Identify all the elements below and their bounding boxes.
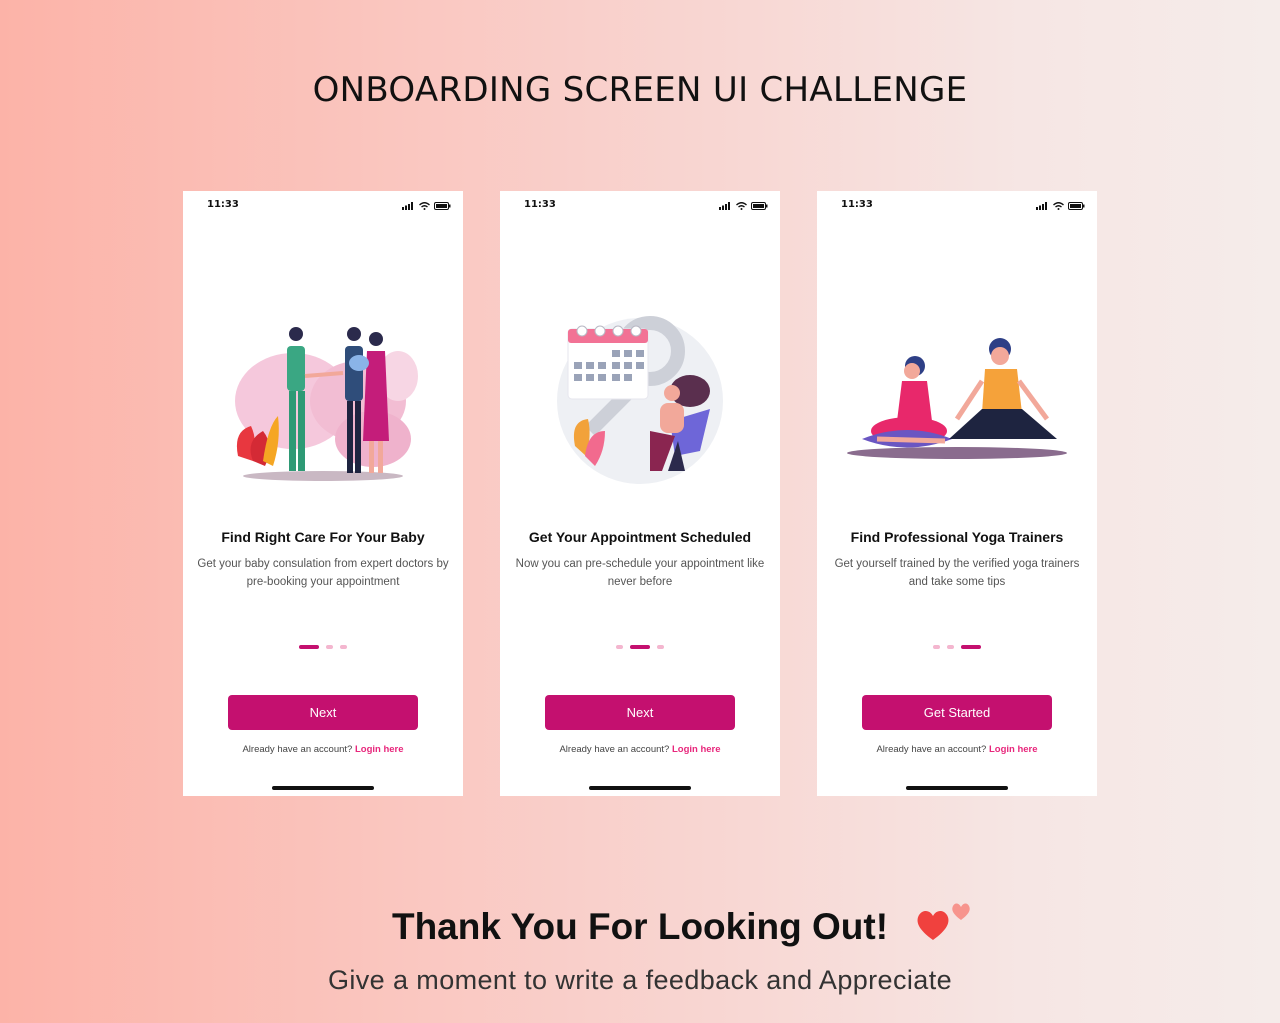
home-indicator: [272, 786, 374, 790]
wifi-icon: [419, 202, 430, 210]
status-bar: 11:33: [183, 199, 463, 215]
next-button[interactable]: Next: [545, 695, 735, 730]
page-dot-3[interactable]: [340, 645, 347, 649]
page-title: ONBOARDING SCREEN UI CHALLENGE: [312, 70, 968, 110]
thanks-heading: Thank You For Looking Out!: [391, 906, 889, 947]
screen-description: Get yourself trained by the verified yog…: [834, 558, 1080, 588]
home-indicator: [589, 786, 691, 790]
login-prompt: Already have an account?: [876, 744, 987, 755]
signal-icon: [402, 202, 413, 210]
login-link[interactable]: Login here: [989, 744, 1038, 755]
yoga-trainers-icon: [847, 338, 1067, 459]
login-link[interactable]: Login here: [355, 744, 404, 755]
screen-description: Now you can pre-schedule your appointmen…: [515, 558, 765, 588]
screen-title: Get Your Appointment Scheduled: [528, 529, 752, 545]
status-time: 11:33: [524, 199, 556, 210]
hearts-icon: [917, 903, 970, 940]
battery-icon: [751, 202, 768, 210]
status-icons: [1036, 202, 1085, 210]
page-dot-1[interactable]: [299, 645, 319, 649]
login-prompt: Already have an account?: [559, 744, 670, 755]
login-link[interactable]: Login here: [672, 744, 721, 755]
status-bar: 11:33: [817, 199, 1097, 215]
page-dot-2[interactable]: [326, 645, 333, 649]
status-time: 11:33: [207, 199, 239, 210]
wifi-icon: [736, 202, 747, 210]
signal-icon: [719, 202, 730, 210]
screen-title: Find Professional Yoga Trainers: [850, 529, 1064, 545]
battery-icon: [1068, 202, 1085, 210]
wifi-icon: [1053, 202, 1064, 210]
page-dot-1[interactable]: [616, 645, 623, 649]
status-time: 11:33: [841, 199, 873, 210]
login-prompt: Already have an account?: [242, 744, 353, 755]
status-icons: [719, 202, 768, 210]
page-dot-3[interactable]: [657, 645, 664, 649]
onboarding-screen-3: 11:33 Find Professional Yoga Trainers Ge…: [817, 191, 1097, 796]
next-button[interactable]: Next: [228, 695, 418, 730]
login-row: Already have an account? Login here: [500, 744, 780, 755]
page-dot-1[interactable]: [933, 645, 940, 649]
page-indicator: [500, 645, 780, 649]
battery-icon: [434, 202, 451, 210]
calendar-appointment-icon: [557, 316, 723, 484]
onboarding-screen-1: 11:33 Find Right Care For Your Baby Get …: [183, 191, 463, 796]
feedback-subline: Give a moment to write a feedback and Ap…: [327, 965, 953, 995]
screen-description: Get your baby consulation from expert do…: [197, 558, 449, 588]
signal-icon: [1036, 202, 1047, 210]
doctor-family-icon: [235, 327, 418, 481]
status-icons: [402, 202, 451, 210]
page-indicator: [817, 645, 1097, 649]
page-dot-3[interactable]: [961, 645, 981, 649]
home-indicator: [906, 786, 1008, 790]
page-dot-2[interactable]: [947, 645, 954, 649]
get-started-button[interactable]: Get Started: [862, 695, 1052, 730]
login-row: Already have an account? Login here: [183, 744, 463, 755]
screen-title: Find Right Care For Your Baby: [221, 529, 425, 545]
status-bar: 11:33: [500, 199, 780, 215]
page-indicator: [183, 645, 463, 649]
page-dot-2[interactable]: [630, 645, 650, 649]
onboarding-screen-2: 11:33 Get Your Appointment Scheduled Now: [500, 191, 780, 796]
login-row: Already have an account? Login here: [817, 744, 1097, 755]
